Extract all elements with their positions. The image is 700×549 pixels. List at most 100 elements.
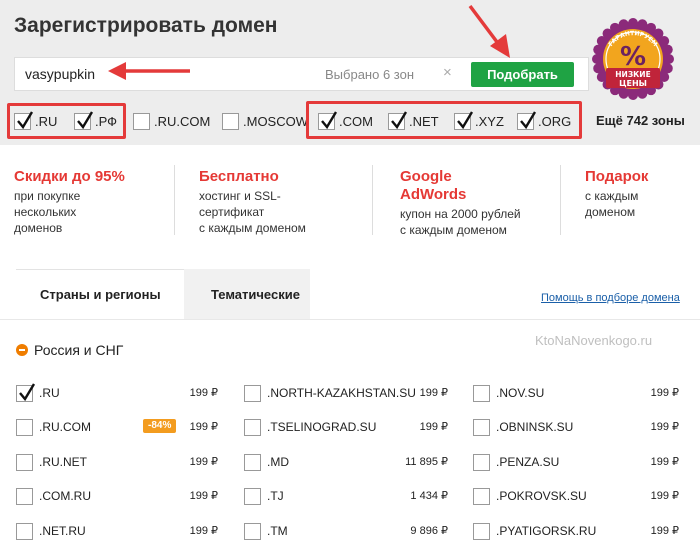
domain-row[interactable]: .TJ [244,486,284,506]
tab-thematic[interactable]: Тематические [211,287,300,302]
checkbox[interactable] [16,453,33,471]
search-bar: vasypupkin Выбрано 6 зон × Подобрать [14,57,589,91]
domain-row[interactable]: .POKROVSK.SU [473,486,587,506]
collapse-icon[interactable] [16,344,28,356]
domain-row[interactable]: .PYATIGORSK.RU [473,521,596,541]
domain-price: 199 ₽ [189,421,218,433]
checkbox[interactable] [244,522,261,540]
domain-row[interactable]: .RU [16,382,60,403]
domain-name: .NOV.SU [496,386,545,400]
domain-row[interactable]: .RU.COM [16,417,91,437]
domain-row[interactable]: .OBNINSK.SU [473,417,573,437]
seal-scallop [596,72,607,82]
svg-text:%: % [620,42,646,72]
domain-price: 199 ₽ [189,525,218,537]
domain-row[interactable]: .NORTH-KAZAKHSTAN.SU [244,383,416,403]
domain-row[interactable]: .TSELINOGRAD.SU [244,417,376,437]
domain-price: 1 434 ₽ [410,490,448,502]
domain-price: 199 ₽ [189,387,218,399]
seal-scallop [628,90,638,100]
tab-countries-regions[interactable]: Страны и регионы [40,287,161,302]
domain-row[interactable]: .RU.NET [16,452,87,472]
domain-row[interactable]: .NOV.SU [473,383,544,403]
domain-name: .POKROVSK.SU [496,489,587,503]
domain-name: .COM.RU [39,489,91,503]
more-zones-link[interactable]: Ещё 742 зоны [596,113,685,128]
divider [0,319,700,320]
domain-price: 199 ₽ [650,525,679,537]
domain-row[interactable]: .PENZA.SU [473,452,559,472]
checkbox[interactable] [16,382,36,402]
seal-scallop [637,88,648,99]
checkbox[interactable] [16,522,33,540]
checkbox[interactable] [473,384,490,402]
checkbox[interactable] [16,487,33,505]
seal-scallop [662,63,673,74]
promo-title: Скидки до 95% [14,168,125,185]
domain-name: .PENZA.SU [496,455,560,469]
clear-icon[interactable]: × [443,64,452,81]
domain-name: .RU [39,386,60,400]
checkbox[interactable] [244,384,261,402]
domain-name: .TSELINOGRAD.SU [267,420,377,434]
checkbox[interactable] [473,453,490,471]
domain-price: 11 895 ₽ [405,456,448,468]
domain-name: .PYATIGORSK.RU [496,524,597,538]
promo-free-hosting: Бесплатно хостинг и SSL-сертификат с кажд… [199,168,306,236]
badge-seal-icon: % НИЗКИЕ ЦЕНЫ ГАРАНТИРУЕМ [592,18,674,100]
domain-price: 199 ₽ [189,456,218,468]
checkbox[interactable] [16,418,33,436]
seal-scallop [618,88,629,99]
divider [174,165,175,235]
help-link[interactable]: Помощь в подборе домена [541,292,680,304]
page-title: Зарегистрировать домен [14,14,278,37]
domain-row[interactable]: .TM [244,521,288,541]
seal-scallop [662,44,673,55]
checkbox[interactable] [244,418,261,436]
zone-moscow[interactable]: .MOSCOW [222,110,308,132]
checkbox[interactable] [222,112,239,130]
seal-scallop [593,44,604,55]
domain-name: .OBNINSK.SU [496,420,574,434]
domain-price: 199 ₽ [650,490,679,502]
divider [372,165,373,235]
domain-price: 199 ₽ [419,421,448,433]
svg-text:НИЗКИЕ: НИЗКИЕ [615,70,650,79]
low-price-badge: % НИЗКИЕ ЦЕНЫ ГАРАНТИРУЕМ [592,18,674,100]
domain-row[interactable]: .COM.RU [16,486,91,506]
zone-ru-com[interactable]: .RU.COM [133,110,210,132]
selected-zones-count: Выбрано 6 зон [325,67,415,82]
seal-scallop [659,36,670,46]
domain-price: 199 ₽ [650,456,679,468]
promo-text: с каждым доменом [585,189,639,219]
checkbox[interactable] [244,487,261,505]
domain-row[interactable]: .MD [244,452,289,472]
checkbox[interactable] [244,453,261,471]
annotation-arrow-left-icon [108,62,190,80]
seal-scallop [628,18,638,28]
divider [560,165,561,235]
promo-gift: Подарок с каждым доменом [585,168,648,220]
promo-title: Бесплатно [199,168,279,185]
domain-price: 199 ₽ [419,387,448,399]
checkbox[interactable] [133,112,150,130]
domain-name: .MD [267,455,289,469]
checkbox[interactable] [473,487,490,505]
promo-text: хостинг и SSL-сертификат с каждым доменом [199,189,306,235]
checkbox[interactable] [473,522,490,540]
seal-scallop [610,22,620,33]
checkbox[interactable] [473,418,490,436]
domain-row[interactable]: .NET.RU [16,521,86,541]
domain-name: .NORTH-KAZAKHSTAN.SU [267,386,416,400]
annotation-box-ru-rf [7,103,126,139]
watermark: KtoNaNovenkogo.ru [535,333,653,348]
svg-text:ЦЕНЫ: ЦЕНЫ [619,79,647,88]
domain-search-input[interactable]: vasypupkin [25,66,95,82]
region-label[interactable]: Россия и СНГ [34,342,123,358]
domain-price: 199 ₽ [650,421,679,433]
domain-name: .RU.NET [39,455,87,469]
domain-name: .NET.RU [39,524,86,538]
annotation-arrow-down-icon [468,4,510,58]
domain-name: .TJ [267,489,284,503]
pick-button[interactable]: Подобрать [471,62,574,87]
